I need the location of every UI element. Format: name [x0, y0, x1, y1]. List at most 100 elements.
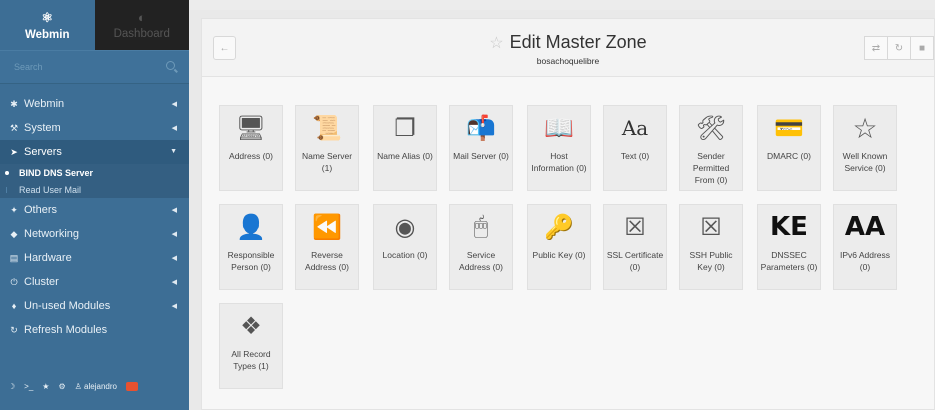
wand-icon: ✦ [10, 204, 18, 215]
computer-icon: 🖥 [235, 114, 267, 142]
tree-line [6, 187, 7, 193]
certificate-icon: 📜 [312, 114, 342, 142]
tile-responsible-person[interactable]: 👤 Responsible Person (0) [219, 204, 283, 290]
tile-name-server[interactable]: 📜 Name Server (1) [295, 105, 359, 191]
rocket-icon: ➤ [10, 146, 18, 157]
hdd-icon: ▤ [9, 252, 19, 263]
sidebar-item-refresh-modules[interactable]: ↻ Refresh Modules [0, 318, 189, 342]
user-link[interactable]: ♙ alejandro [75, 382, 117, 391]
favorite-star-icon[interactable]: ☆ [489, 35, 503, 52]
tile-label: Reverse Address (0) [305, 250, 349, 272]
tools-icon: 🛠 [695, 114, 727, 142]
sidebar-item-servers[interactable]: ➤ Servers ▼ [0, 140, 189, 164]
tile-label: Address (0) [229, 151, 273, 161]
tab-webmin[interactable]: ⚛ Webmin [0, 0, 95, 50]
windows-icon: ❐ [394, 114, 416, 142]
tile-ssl-certificate[interactable]: ☒ SSL Certificate (0) [603, 204, 667, 290]
sidebar-search [0, 50, 189, 84]
server-icon: 🖱 [473, 213, 489, 240]
sidebar-subitem-read-user-mail[interactable]: Read User Mail [0, 181, 189, 198]
tile-name-alias[interactable]: ❐ Name Alias (0) [373, 105, 437, 191]
tile-all-record-types[interactable]: ❖ All Record Types (1) [219, 303, 283, 389]
tile-label: Responsible Person (0) [227, 250, 275, 272]
star-icon: ☆ [852, 112, 878, 144]
tile-well-known-service[interactable]: ☆ Well Known Service (0) [833, 105, 897, 191]
stop-button[interactable]: ■ [910, 36, 934, 60]
sidebar: ⚛ Webmin ◐ Dashboard ✱ Webmin ◀ ⚒ System… [0, 0, 189, 410]
sidebar-item-label: Others [24, 204, 58, 216]
tile-reverse-address[interactable]: ⏪ Reverse Address (0) [295, 204, 359, 290]
sidebar-item-hardware[interactable]: ▤ Hardware ◀ [0, 246, 189, 270]
sidebar-item-system[interactable]: ⚒ System ◀ [0, 116, 189, 140]
location-icon: ◉ [394, 213, 416, 241]
tile-dnssec-parameters[interactable]: KE DNSSEC Parameters (0) [757, 204, 821, 290]
tile-label: Sender Permitted From (0) [692, 151, 730, 185]
tile-dmarc[interactable]: 💳 DMARC (0) [757, 105, 821, 191]
favorites-star-icon[interactable]: ★ [42, 382, 49, 391]
cubes-icon: ❖ [240, 312, 262, 340]
person-icon: 👤 [236, 213, 266, 241]
sidebar-tabs: ⚛ Webmin ◐ Dashboard [0, 0, 189, 50]
settings-gears-icon[interactable]: ⚙ [58, 382, 65, 391]
puzzle-icon: ♦ [11, 301, 17, 311]
refresh-icon: ↻ [894, 42, 904, 54]
night-mode-icon[interactable]: ☽ [8, 382, 15, 391]
logout-button[interactable] [125, 381, 138, 391]
tile-ipv6-address[interactable]: AA IPv6 Address (0) [833, 204, 897, 290]
main-panel: ← ☆ Edit Master Zone bosachoquelibre ⇄ ↻ … [201, 18, 935, 410]
tile-text[interactable]: Aa Text (0) [603, 105, 667, 191]
chevron-left-icon: ◀ [171, 279, 177, 286]
tile-host-information[interactable]: 📖 Host Information (0) [527, 105, 591, 191]
tile-label: DNSSEC Parameters (0) [760, 250, 818, 272]
search-icon[interactable] [166, 61, 175, 70]
chevron-down-icon: ▼ [170, 148, 177, 155]
tile-label: Name Alias (0) [377, 151, 433, 161]
chevron-left-icon: ◀ [171, 125, 177, 132]
tile-address[interactable]: 🖥 Address (0) [219, 105, 283, 191]
sidebar-item-webmin[interactable]: ✱ Webmin ◀ [0, 92, 189, 116]
tile-service-address[interactable]: 🖱 Service Address (0) [449, 204, 513, 290]
page-title-text: Edit Master Zone [509, 32, 647, 52]
tab-dashboard-label: Dashboard [113, 28, 170, 40]
gear-icon: ✱ [10, 98, 18, 109]
sidebar-item-label: Un-used Modules [24, 300, 111, 312]
key-icon: 🔑 [544, 213, 574, 241]
sidebar-subitem-bind-dns[interactable]: BIND DNS Server [0, 164, 189, 181]
tile-mail-server[interactable]: 📬 Mail Server (0) [449, 105, 513, 191]
tile-sender-permitted-from[interactable]: 🛠 Sender Permitted From (0) [679, 105, 743, 191]
sidebar-item-label: System [24, 122, 61, 134]
aa-letters-icon: AA [844, 212, 886, 242]
chevron-left-icon: ◀ [171, 303, 177, 310]
card-icon: 💳 [774, 114, 804, 142]
shield-icon: ◆ [10, 228, 18, 239]
tile-ssh-public-key[interactable]: ☒ SSH Public Key (0) [679, 204, 743, 290]
search-input[interactable] [0, 51, 189, 83]
sidebar-item-label: Cluster [24, 276, 59, 288]
username: alejandro [84, 381, 117, 391]
sidebar-item-unused-modules[interactable]: ♦ Un-used Modules ◀ [0, 294, 189, 318]
sidebar-subitem-label: BIND DNS Server [19, 167, 94, 178]
refresh-button[interactable]: ↻ [887, 36, 911, 60]
sidebar-footer: ☽ >_ ★ ⚙ ♙ alejandro [8, 378, 180, 394]
sidebar-item-others[interactable]: ✦ Others ◀ [0, 198, 189, 222]
dashboard-icon: ◐ [137, 10, 146, 25]
chevron-left-icon: ◀ [171, 231, 177, 238]
tab-dashboard[interactable]: ◐ Dashboard [94, 0, 189, 50]
tile-label: IPv6 Address (0) [839, 250, 891, 272]
chevron-left-icon: ◀ [171, 207, 177, 214]
sidebar-item-cluster[interactable]: ⏻ Cluster ◀ [0, 270, 189, 294]
tile-label: Service Address (0) [459, 250, 503, 272]
tile-public-key[interactable]: 🔑 Public Key (0) [527, 204, 591, 290]
tab-webmin-label: Webmin [24, 28, 70, 41]
ke-letters-icon: KE [770, 212, 808, 242]
sidebar-item-networking[interactable]: ◆ Networking ◀ [0, 222, 189, 246]
top-strip [189, 0, 935, 10]
terminal-icon[interactable]: >_ [24, 382, 33, 391]
tile-label: Public Key (0) [532, 250, 586, 260]
tile-location[interactable]: ◉ Location (0) [373, 204, 437, 290]
sidebar-menu: ✱ Webmin ◀ ⚒ System ◀ ➤ Servers ▼ BIND D… [0, 92, 189, 342]
chevron-left-icon: ◀ [171, 255, 177, 262]
sidebar-item-label: Webmin [24, 98, 65, 110]
flip-button[interactable]: ⇄ [864, 36, 888, 60]
sidebar-item-label: Hardware [24, 252, 72, 264]
